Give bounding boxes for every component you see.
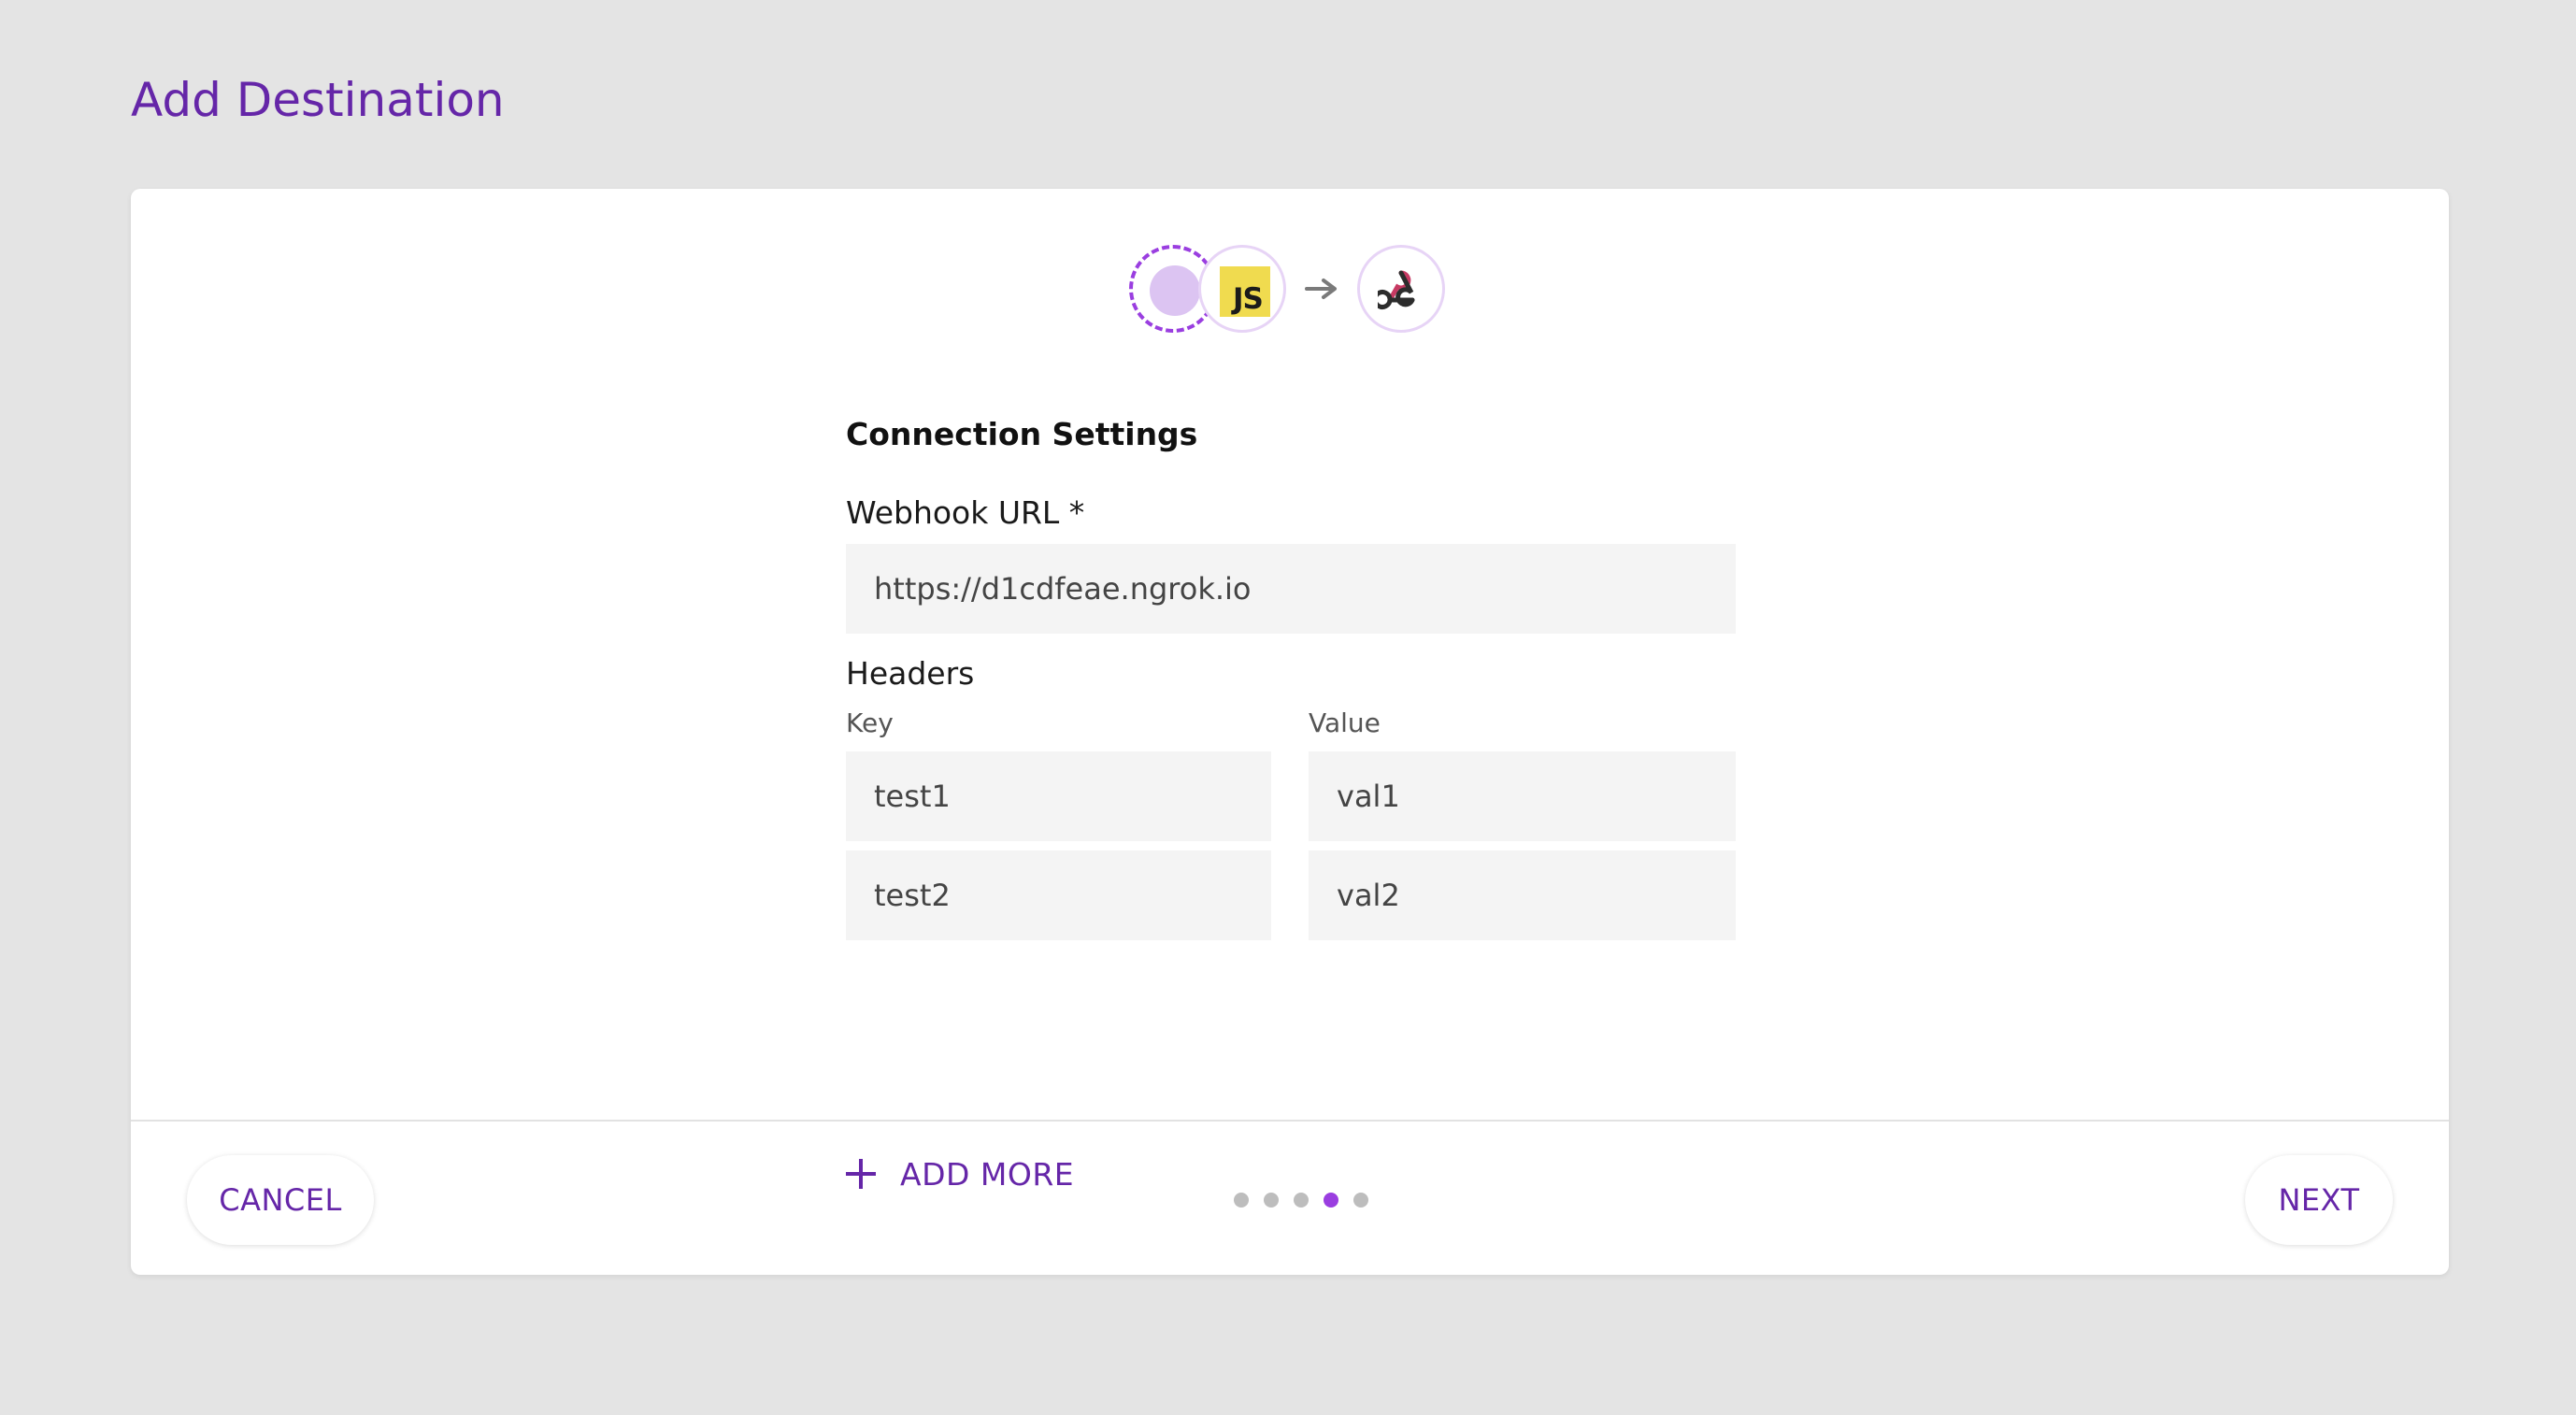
header-key-input[interactable]	[846, 751, 1271, 841]
page-title: Add Destination	[131, 73, 505, 127]
source-dot	[1150, 265, 1200, 316]
destination-card: JS Connection Settings Webhook URL * Hea…	[131, 189, 2449, 1275]
next-button[interactable]: NEXT	[2245, 1155, 2393, 1245]
cancel-button[interactable]: CANCEL	[187, 1155, 374, 1245]
javascript-icon: JS	[1198, 245, 1286, 333]
step-dot	[1264, 1193, 1279, 1208]
step-indicator	[1234, 1193, 1368, 1208]
header-value-input[interactable]	[1309, 850, 1736, 940]
step-dot	[1294, 1193, 1309, 1208]
header-key-input[interactable]	[846, 850, 1271, 940]
footer-divider	[131, 1120, 2449, 1122]
plus-icon	[846, 1159, 876, 1189]
value-column-label: Value	[1309, 708, 1381, 738]
section-title: Connection Settings	[846, 416, 1198, 452]
arrow-right-icon	[1305, 279, 1337, 299]
add-more-button[interactable]: ADD MORE	[846, 1148, 1074, 1200]
add-more-label: ADD MORE	[900, 1155, 1075, 1193]
headers-label: Headers	[846, 655, 975, 692]
webhook-url-label: Webhook URL *	[846, 494, 1085, 531]
connection-flow: JS	[131, 189, 2449, 394]
webhook-url-input[interactable]	[846, 544, 1736, 634]
webhook-icon	[1357, 245, 1445, 333]
step-dot-active	[1324, 1193, 1338, 1208]
step-dot	[1353, 1193, 1368, 1208]
step-dot	[1234, 1193, 1249, 1208]
header-value-input[interactable]	[1309, 751, 1736, 841]
js-badge: JS	[1220, 266, 1270, 317]
key-column-label: Key	[846, 708, 894, 738]
